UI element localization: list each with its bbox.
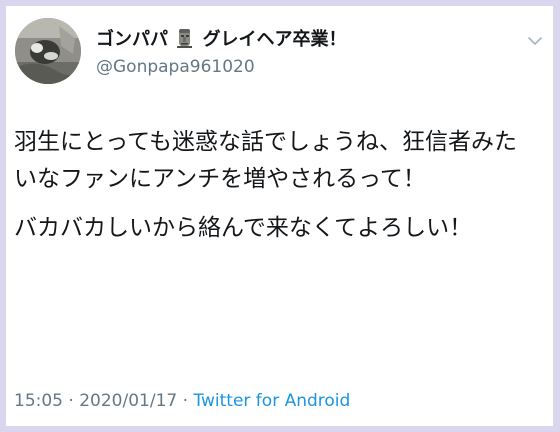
meta-separator: · <box>68 391 74 411</box>
moai-icon <box>176 28 194 48</box>
user-handle[interactable]: @Gonpapa961020 <box>96 56 255 78</box>
display-name-suffix: グレイヘア卒業！ <box>202 29 347 50</box>
tweet-meta: 15:05 · 2020/01/17 · Twitter for Android <box>14 390 350 412</box>
tweet-source-link[interactable]: Twitter for Android <box>193 391 350 411</box>
tweet-paragraph: 羽生にとっても迷惑な話でしょうね、狂信者みたいなファンにアンチを増やされるって！ <box>14 129 518 192</box>
tweet-card: ゴンパパ グレイヘア卒業！ @Gonpapa961020 羽生にとっても迷惑な話… <box>6 6 553 426</box>
meta-separator: · <box>182 391 189 411</box>
tweet-paragraph: バカバカしいから絡んで来なくてよろしい！ <box>14 215 473 241</box>
tweet-text: 羽生にとっても迷惑な話でしょうね、狂信者みたいなファンにアンチを増やされるって！… <box>14 124 539 259</box>
display-name-prefix: ゴンパパ <box>96 29 168 50</box>
tweet-time: 15:05 <box>14 391 63 411</box>
chevron-down-icon[interactable] <box>527 32 543 45</box>
display-name[interactable]: ゴンパパ グレイヘア卒業！ <box>96 28 347 51</box>
tweet-date: 2020/01/17 <box>79 391 178 411</box>
avatar[interactable] <box>15 18 81 84</box>
